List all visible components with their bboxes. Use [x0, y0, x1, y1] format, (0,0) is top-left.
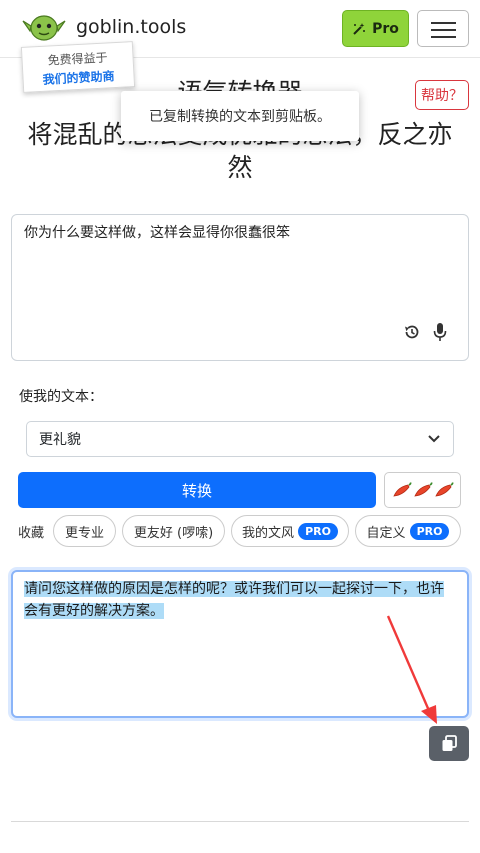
brand-name[interactable]: goblin.tools [76, 16, 186, 38]
chili-pepper-icon [392, 482, 411, 497]
divider [11, 821, 469, 822]
pro-button-label: Pro [372, 20, 399, 37]
annotation-arrow [386, 615, 437, 724]
convert-button[interactable]: 转换 [18, 472, 376, 508]
copy-button[interactable] [429, 726, 469, 761]
hamburger-menu-button[interactable] [417, 10, 469, 47]
microphone-icon[interactable] [432, 322, 448, 342]
make-text-label: 使我的文本： [19, 389, 103, 405]
magic-wand-icon [353, 22, 366, 35]
input-text: 你为什么要这样做，这样会显得你很蠢很笨 [24, 225, 290, 241]
hamburger-icon-bar [431, 29, 456, 31]
favorites-label: 收藏 [18, 526, 45, 541]
favorite-chip-friendlier[interactable]: 更友好 (啰嗦) [122, 515, 225, 547]
favorite-chip-professional[interactable]: 更专业 [53, 515, 116, 547]
hamburger-icon [431, 22, 456, 24]
chevron-down-icon [428, 435, 440, 443]
spiciness-button[interactable] [384, 472, 461, 508]
pro-button[interactable]: Pro [342, 10, 409, 47]
chip-label: 自定义 [366, 525, 406, 541]
input-textarea[interactable]: 你为什么要这样做，这样会显得你很蠢很笨 [11, 214, 469, 361]
help-button[interactable]: 帮助？ [415, 80, 469, 110]
tone-select-value: 更礼貌 [39, 432, 81, 448]
pro-badge: PRO [298, 522, 338, 540]
favorite-chip-my-style[interactable]: 我的文风 PRO [231, 515, 349, 547]
tone-select[interactable]: 更礼貌 [26, 421, 454, 457]
copied-toast: 已复制转换的文本到剪贴板。 [121, 91, 359, 141]
chili-pepper-icon [434, 482, 453, 497]
pro-badge: PRO [409, 522, 450, 540]
favorite-chip-custom[interactable]: 自定义 PRO [355, 515, 461, 547]
chili-pepper-icon [413, 482, 432, 497]
copy-icon [442, 735, 457, 751]
hamburger-icon-bar [431, 36, 456, 38]
chip-label: 更友好 (啰嗦) [133, 525, 214, 541]
chip-label: 更专业 [64, 525, 104, 541]
goblin-head-icon[interactable] [22, 12, 66, 42]
chip-label: 我的文风 [242, 525, 295, 541]
history-icon[interactable] [403, 323, 421, 341]
